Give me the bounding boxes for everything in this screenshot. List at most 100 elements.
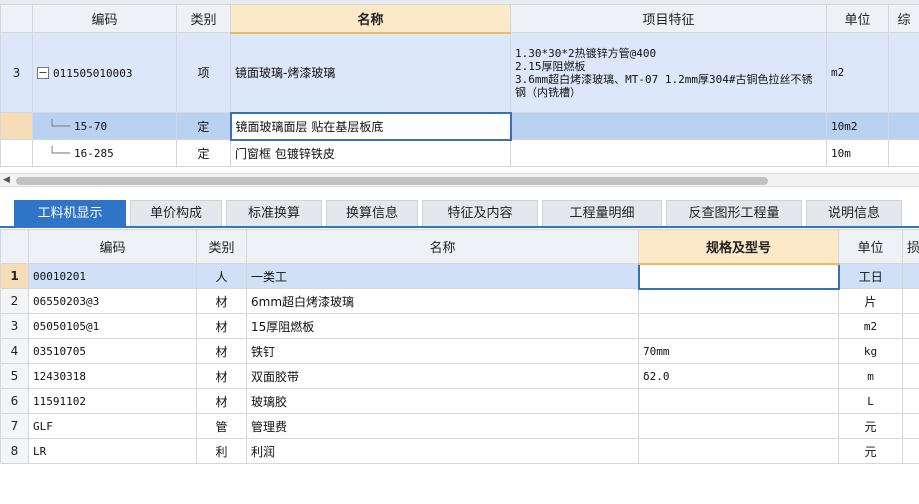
extra-cell[interactable] (902, 413, 919, 439)
table-row[interactable]: 1 00010201 人 一类工 工日 (0, 262, 919, 290)
spec-cell[interactable] (638, 288, 839, 314)
header-type[interactable]: 类别 (176, 4, 231, 33)
scroll-left-icon[interactable]: ◀ (3, 175, 10, 185)
type-cell[interactable]: 材 (196, 363, 247, 389)
type-cell[interactable]: 定 (176, 112, 231, 140)
name-cell[interactable]: 6mm超白烤漆玻璃 (246, 288, 639, 314)
code-cell[interactable]: LR (28, 438, 197, 464)
name-cell[interactable]: 铁钉 (246, 338, 639, 364)
tab-features-content[interactable]: 特征及内容 (422, 200, 538, 226)
name-cell[interactable]: 镜面玻璃面层 贴在基层板底 (229, 111, 512, 141)
name-cell[interactable]: 双面胶带 (246, 363, 639, 389)
code-cell[interactable]: └── 15-70 (32, 112, 177, 140)
header-name[interactable]: 名称 (246, 229, 639, 264)
scroll-thumb[interactable] (16, 177, 768, 185)
table-row[interactable]: 3 05050105@1 材 15厚阻燃板 m2 (0, 313, 919, 339)
features-cell[interactable] (510, 139, 827, 167)
extra-cell[interactable] (888, 139, 919, 167)
code-cell[interactable]: 00010201 (28, 263, 197, 289)
tab-unit-price[interactable]: 单价构成 (130, 200, 222, 226)
spec-cell[interactable] (638, 388, 839, 414)
type-cell[interactable]: 项 (176, 32, 231, 113)
tab-conversion-info[interactable]: 换算信息 (326, 200, 418, 226)
header-code[interactable]: 编码 (28, 229, 197, 264)
header-code[interactable]: 编码 (32, 4, 177, 33)
header-type[interactable]: 类别 (196, 229, 247, 264)
code-cell[interactable]: 05050105@1 (28, 313, 197, 339)
code-cell[interactable]: 06550203@3 (28, 288, 197, 314)
tab-quantity-detail[interactable]: 工程量明细 (542, 200, 662, 226)
name-cell[interactable]: 利润 (246, 438, 639, 464)
extra-cell[interactable] (888, 112, 919, 140)
spec-cell[interactable]: δ2.0 (638, 363, 839, 389)
spec-cell[interactable] (638, 313, 839, 339)
table-row[interactable]: 2 06550203@3 材 6mm超白烤漆玻璃 片 (0, 288, 919, 314)
horizontal-scrollbar[interactable]: ◀ (0, 173, 919, 187)
code-cell[interactable]: 11591102 (28, 388, 197, 414)
type-cell[interactable]: 材 (196, 338, 247, 364)
code-cell[interactable]: 03510705 (28, 338, 197, 364)
table-row[interactable]: 3 −011505010003 项 镜面玻璃-烤漆玻璃 1.30*30*2热镀锌… (0, 32, 919, 113)
table-row[interactable]: └── 15-70 定 镜面玻璃面层 贴在基层板底 10m2 (0, 111, 919, 141)
unit-cell[interactable]: 元 (838, 413, 903, 439)
type-cell[interactable]: 定 (176, 139, 231, 167)
name-cell[interactable]: 管理费 (246, 413, 639, 439)
header-spec[interactable]: 规格及型号 (638, 229, 839, 265)
unit-cell[interactable]: 元 (838, 438, 903, 464)
header-unit[interactable]: 单位 (826, 4, 889, 33)
name-cell[interactable]: 15厚阻燃板 (246, 313, 639, 339)
extra-cell[interactable] (902, 363, 919, 389)
name-cell[interactable]: 一类工 (246, 263, 639, 289)
table-row[interactable]: └── 16-285 定 门窗框 包镀锌铁皮 10m (0, 139, 919, 167)
collapse-icon[interactable]: − (37, 67, 49, 79)
unit-cell[interactable]: 片 (838, 288, 903, 314)
extra-cell[interactable] (888, 32, 919, 113)
extra-cell[interactable] (902, 313, 919, 339)
spec-cell[interactable]: 70mm (638, 338, 839, 364)
header-extra[interactable]: 综 (888, 4, 919, 33)
extra-cell[interactable] (902, 263, 919, 289)
extra-cell[interactable] (902, 438, 919, 464)
code-cell[interactable]: └── 16-285 (32, 139, 177, 167)
tab-standard-conversion[interactable]: 标准换算 (226, 200, 322, 226)
unit-cell[interactable]: 工日 (838, 263, 903, 289)
type-cell[interactable]: 材 (196, 313, 247, 339)
header-extra[interactable]: 损 (902, 229, 919, 264)
extra-cell[interactable] (902, 338, 919, 364)
type-cell[interactable]: 人 (196, 263, 247, 289)
type-cell[interactable]: 材 (196, 388, 247, 414)
features-cell[interactable] (510, 112, 827, 140)
header-features[interactable]: 项目特征 (510, 4, 827, 33)
tab-description[interactable]: 说明信息 (806, 200, 902, 226)
features-cell[interactable]: 1.30*30*2热镀锌方管@400 2.15厚阻燃板 3.6mm超白烤漆玻璃、… (510, 32, 827, 113)
unit-cell[interactable]: m (838, 363, 903, 389)
unit-cell[interactable]: kg (838, 338, 903, 364)
extra-cell[interactable] (902, 288, 919, 314)
header-name[interactable]: 名称 (230, 4, 511, 34)
name-cell[interactable]: 镜面玻璃-烤漆玻璃 (230, 32, 511, 113)
table-row[interactable]: 7 GLF 管 管理费 元 (0, 413, 919, 439)
code-cell[interactable]: −011505010003 (32, 32, 177, 113)
type-cell[interactable]: 管 (196, 413, 247, 439)
table-row[interactable]: 6 11591102 材 玻璃胶 L (0, 388, 919, 414)
name-cell[interactable]: 玻璃胶 (246, 388, 639, 414)
code-cell[interactable]: 12430318 (28, 363, 197, 389)
tab-labor-material[interactable]: 工料机显示 (14, 200, 126, 226)
name-cell[interactable]: 门窗框 包镀锌铁皮 (230, 139, 511, 167)
table-row[interactable]: 4 03510705 材 铁钉 70mm kg (0, 338, 919, 364)
type-cell[interactable]: 材 (196, 288, 247, 314)
code-cell[interactable]: GLF (28, 413, 197, 439)
extra-cell[interactable] (902, 388, 919, 414)
unit-cell[interactable]: 10m2 (826, 112, 889, 140)
type-cell[interactable]: 利 (196, 438, 247, 464)
table-row[interactable]: 5 12430318 材 双面胶带 δ2.0 m (0, 363, 919, 389)
unit-cell[interactable]: 10m (826, 139, 889, 167)
spec-cell[interactable] (638, 438, 839, 464)
unit-cell[interactable]: m2 (826, 32, 889, 113)
header-unit[interactable]: 单位 (838, 229, 903, 264)
spec-cell[interactable] (638, 413, 839, 439)
unit-cell[interactable]: m2 (838, 313, 903, 339)
table-row[interactable]: 8 LR 利 利润 元 (0, 438, 919, 464)
tab-reverse-lookup[interactable]: 反查图形工程量 (666, 200, 802, 226)
unit-cell[interactable]: L (838, 388, 903, 414)
